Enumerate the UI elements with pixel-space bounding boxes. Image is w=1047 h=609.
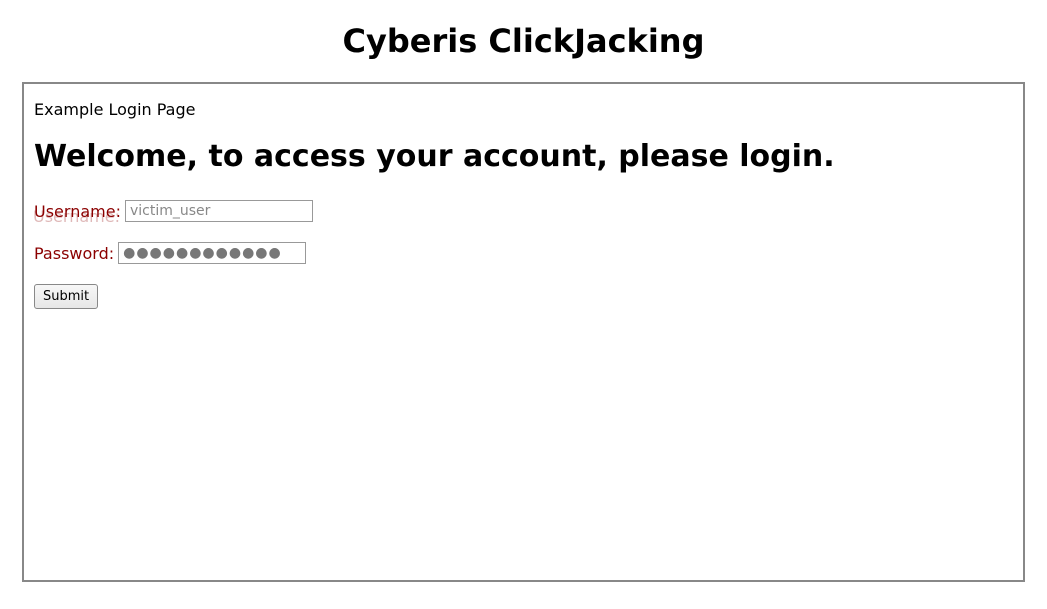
username-input[interactable]	[125, 200, 313, 222]
submit-row: Submit	[34, 284, 1013, 309]
password-input[interactable]	[118, 242, 306, 264]
username-row: Username:	[34, 200, 1013, 222]
password-label: Password:	[34, 244, 114, 263]
page-container: Cyberis ClickJacking Username: Example L…	[0, 22, 1047, 582]
submit-button[interactable]: Submit	[34, 284, 98, 309]
welcome-heading: Welcome, to access your account, please …	[34, 139, 1013, 174]
page-title: Cyberis ClickJacking	[0, 22, 1047, 60]
username-label: Username:	[34, 202, 121, 221]
password-row: Password:	[34, 242, 1013, 264]
login-frame: Username: Example Login Page Welcome, to…	[22, 82, 1025, 582]
frame-title: Example Login Page	[34, 100, 1013, 119]
